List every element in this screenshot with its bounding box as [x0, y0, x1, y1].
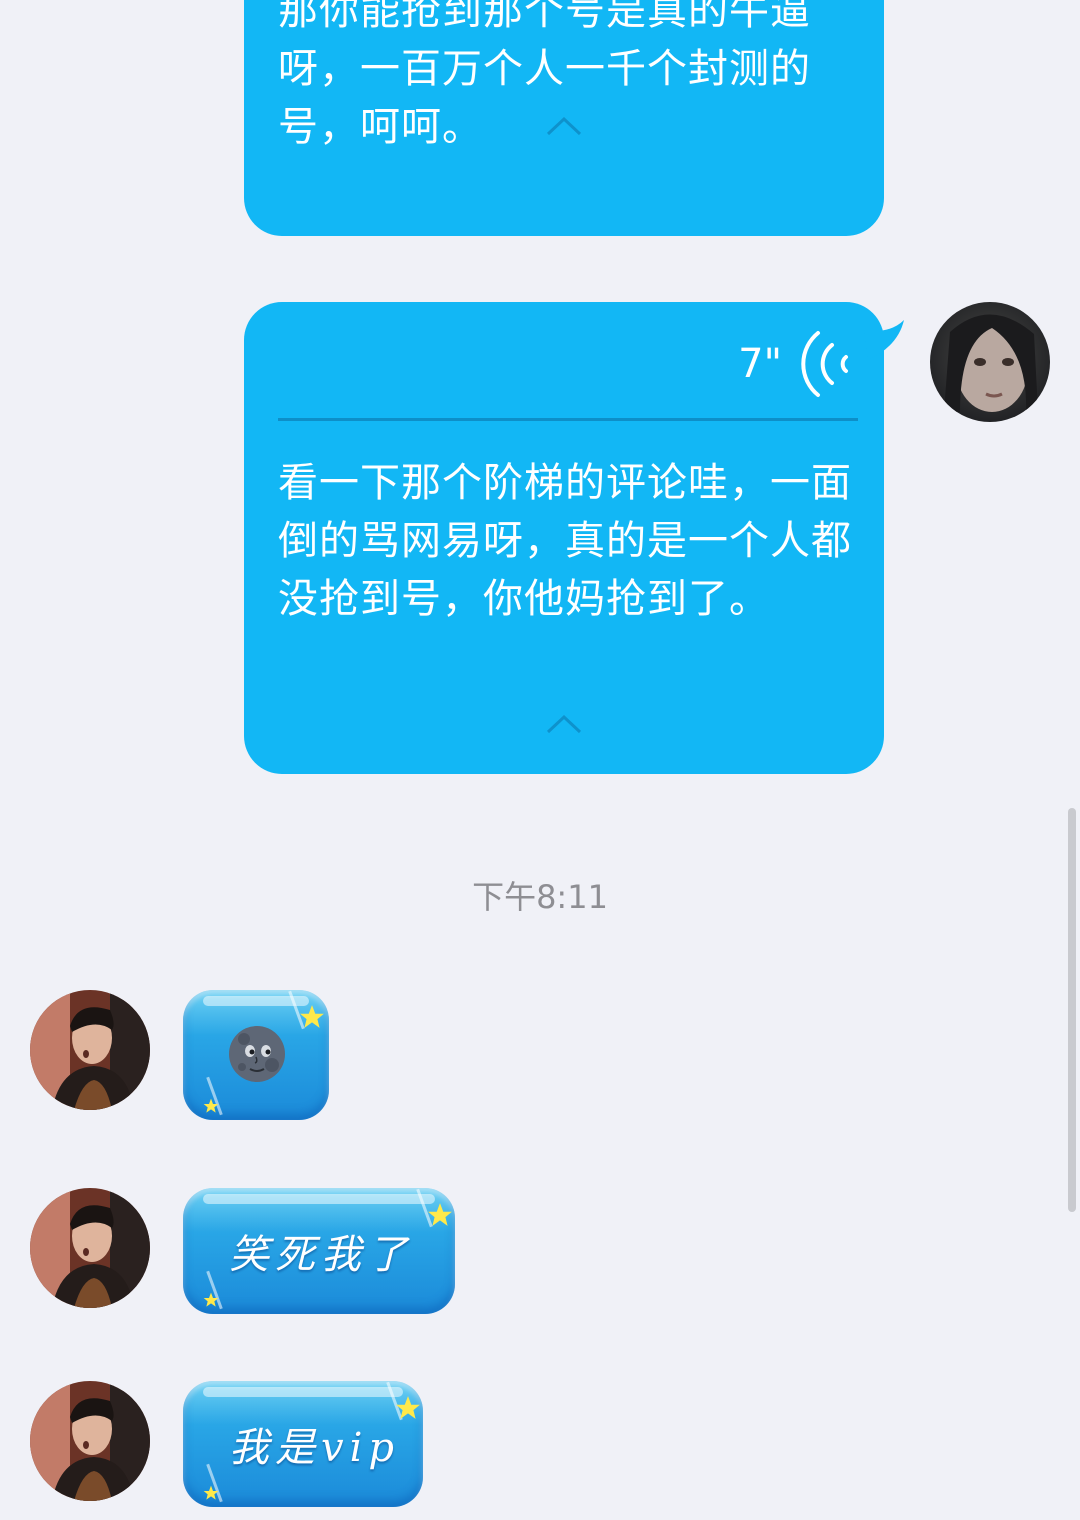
incoming-message-bubble[interactable]: [183, 990, 329, 1120]
message-timestamp: 下午8:11: [472, 878, 608, 916]
bubble-shine: [203, 1194, 435, 1204]
chat-window: 那你能抢到那个号是真的牛逼呀，一百万个人一千个封测的号，呵呵。 7" 看一下那个…: [0, 0, 1080, 1520]
star-icon: [428, 1203, 452, 1226]
new-moon-face-emoji: [229, 1026, 285, 1082]
chevron-up-icon[interactable]: [546, 116, 582, 136]
message-text: 我是vip: [229, 1425, 400, 1471]
avatar[interactable]: [30, 1381, 150, 1501]
bubble-tail: [864, 320, 904, 360]
avatar[interactable]: [30, 990, 150, 1110]
incoming-message-bubble[interactable]: 笑死我了: [183, 1188, 455, 1314]
avatar-image: [30, 1188, 150, 1308]
avatar-image: [30, 1381, 150, 1501]
star-icon: [203, 1098, 219, 1113]
outgoing-message-bubble[interactable]: 那你能抢到那个号是真的牛逼呀，一百万个人一千个封测的号，呵呵。: [244, 0, 884, 236]
voice-divider: [278, 418, 858, 421]
incoming-message-bubble[interactable]: 我是vip: [183, 1381, 423, 1507]
bubble-shine: [203, 1387, 403, 1397]
outgoing-voice-bubble[interactable]: 7" 看一下那个阶梯的评论哇，一面倒的骂网易呀，真的是一个人都没抢到号，你他妈抢…: [244, 302, 904, 774]
voice-duration: 7": [738, 341, 782, 387]
avatar-image: [30, 990, 150, 1110]
voice-transcript: 看一下那个阶梯的评论哇，一面倒的骂网易呀，真的是一个人都没抢到号，你他妈抢到了。: [278, 460, 852, 622]
star-icon: [203, 1292, 219, 1307]
avatar[interactable]: [930, 302, 1050, 422]
voice-play-row[interactable]: 7": [738, 324, 854, 404]
star-icon: [300, 1005, 324, 1028]
avatar[interactable]: [30, 1188, 150, 1308]
message-text: 笑死我了: [229, 1232, 413, 1278]
star-icon: [203, 1485, 219, 1500]
avatar-image: [930, 302, 1050, 422]
chevron-up-icon[interactable]: [546, 714, 582, 734]
voice-wave-icon: [801, 331, 848, 397]
scrollbar[interactable]: [1068, 808, 1076, 1212]
